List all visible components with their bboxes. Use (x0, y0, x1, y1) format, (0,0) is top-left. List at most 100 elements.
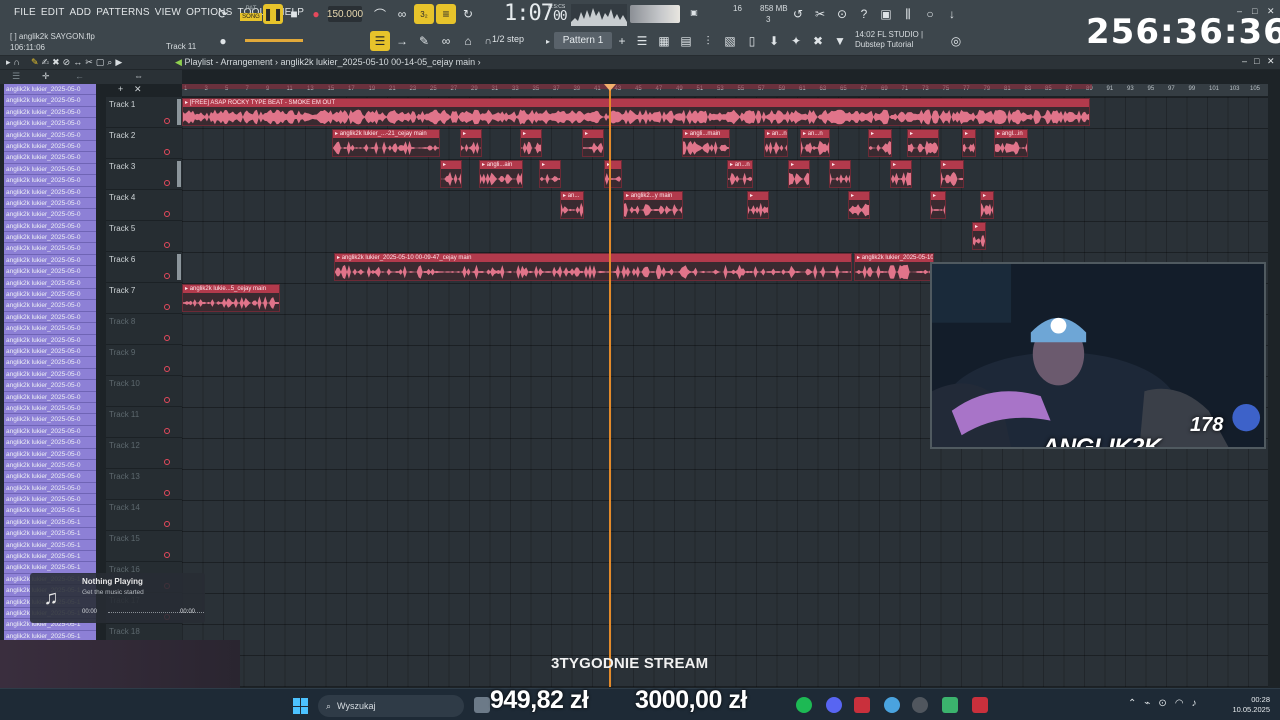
browser-item[interactable]: anglik2k lukier_2025-05-0 (4, 220, 96, 233)
audio-clip[interactable]: ▸ an...n (800, 129, 830, 157)
track-mute-led[interactable] (164, 397, 170, 403)
file-icon[interactable]: ▯ (742, 31, 762, 51)
cut-icon[interactable]: ✂ (810, 4, 830, 24)
audio-clip[interactable]: ▸ (962, 129, 976, 157)
collapse-icon[interactable]: ✕ (134, 84, 142, 95)
browser-item[interactable]: anglik2k lukier_2025-05-0 (4, 345, 96, 358)
touch-keyboard-icon[interactable]: ✖ (808, 31, 828, 51)
help-icon[interactable]: ? (854, 4, 874, 24)
microphone-icon[interactable]: ⊙ (832, 4, 852, 24)
track-header[interactable]: Track 12 (106, 438, 182, 469)
track-mute-led[interactable] (164, 242, 170, 248)
track-mute-led[interactable] (164, 552, 170, 558)
tray-mic-icon[interactable]: ⊙ (1158, 698, 1166, 709)
track-header[interactable]: Track 6 (106, 252, 182, 283)
browser-item[interactable]: anglik2k lukier_2025-05-0 (4, 243, 96, 255)
audio-clip[interactable]: ▸ angli...ain (479, 160, 523, 188)
audio-clip[interactable]: ▸ (972, 222, 986, 250)
stamp-icon[interactable]: ⌂ (458, 31, 478, 51)
taskbar-app-green-icon[interactable] (942, 697, 958, 713)
audio-clip[interactable]: ▸ anglik2k lukier_...-21_cejay main (332, 129, 440, 157)
menu-add[interactable]: ADD (70, 7, 92, 18)
audio-clip[interactable]: ▸ (520, 129, 542, 157)
audio-clip[interactable]: ▸ anglik2...y main (623, 191, 683, 219)
track-header[interactable]: Track 5 (106, 221, 182, 252)
audio-clip[interactable]: ▸ (829, 160, 851, 188)
browser-item[interactable]: anglik2k lukier_2025-05-1 (4, 528, 96, 540)
track-mute-led[interactable] (164, 459, 170, 465)
track-mute-led[interactable] (164, 428, 170, 434)
track-mute-led[interactable] (164, 490, 170, 496)
track-header[interactable]: Track 3 (106, 159, 182, 190)
audio-clip[interactable]: ▸ angl...in (994, 129, 1028, 157)
browser-item[interactable]: anglik2k lukier_2025-05-0 (4, 334, 96, 346)
save-icon[interactable]: ▣ (876, 4, 896, 24)
pause-button[interactable]: ❚❚ (263, 4, 283, 24)
track-mute-led[interactable] (164, 335, 170, 341)
browser-item[interactable]: anglik2k lukier_2025-05-1 (4, 539, 96, 552)
plugin-picker-icon[interactable]: ✦ (786, 31, 806, 51)
slice-tool-icon[interactable]: ✂ (85, 57, 93, 68)
browser-item[interactable]: anglik2k lukier_2025-05-0 (4, 95, 96, 107)
tray-wifi-icon[interactable]: ◠ (1175, 698, 1184, 709)
track-header[interactable]: Track 11 (106, 407, 182, 438)
menu-edit[interactable]: EDIT (41, 7, 65, 18)
browser-item[interactable]: anglik2k lukier_2025-05-0 (4, 129, 96, 141)
playlist-maximize-icon[interactable]: □ (1254, 56, 1259, 66)
countdown-icon[interactable]: 3₂ (414, 4, 434, 24)
audio-clip[interactable]: ▸ an...n (727, 160, 753, 188)
paint-tool-icon[interactable]: ✍ (42, 57, 50, 68)
add-pattern-icon[interactable]: + (612, 31, 632, 51)
browser-item[interactable]: anglik2k lukier_2025-05-0 (4, 84, 96, 96)
tray-volume-icon[interactable]: ♪ (1192, 698, 1197, 709)
browser-item[interactable]: anglik2k lukier_2025-05-0 (4, 232, 96, 244)
slip-tool-icon[interactable]: ↔ (73, 57, 82, 68)
audio-clip[interactable]: ▸ (890, 160, 912, 188)
browser-item[interactable]: anglik2k lukier_2025-05-0 (4, 209, 96, 221)
browser-item[interactable]: anglik2k lukier_2025-05-0 (4, 254, 96, 267)
tray-chevron-icon[interactable]: ⌃ (1128, 698, 1136, 709)
browser-item[interactable]: anglik2k lukier_2025-05-0 (4, 289, 96, 301)
browser-item[interactable]: anglik2k lukier_2025-05-0 (4, 266, 96, 278)
browser-item[interactable]: anglik2k lukier_2025-05-0 (4, 175, 96, 187)
add-track-icon[interactable]: + (118, 84, 123, 94)
audio-clip[interactable]: ▸ (980, 191, 994, 219)
audio-clip[interactable]: ▸ an...n (764, 129, 788, 157)
browser-item[interactable]: anglik2k lukier_2025-05-0 (4, 118, 96, 130)
browser-item[interactable]: anglik2k lukier_2025-05-0 (4, 311, 96, 324)
audio-clip[interactable]: ▸ (582, 129, 604, 157)
monitor-slider-icon[interactable]: ▣ (684, 2, 704, 22)
audio-clip[interactable]: ▸ (940, 160, 964, 188)
resize-icon[interactable]: ⇔ (134, 71, 143, 81)
browser-item[interactable]: anglik2k lukier_2025-05-0 (4, 402, 96, 415)
browser-item[interactable]: anglik2k lukier_2025-05-0 (4, 106, 96, 119)
browser-item[interactable]: anglik2k lukier_2025-05-0 (4, 494, 96, 506)
pencil-icon[interactable]: ✎ (414, 31, 434, 51)
mute-tool-icon[interactable]: ⊘ (63, 57, 71, 68)
cart-icon[interactable]: ▼ (830, 31, 850, 51)
browser-item[interactable]: anglik2k lukier_2025-05-0 (4, 482, 96, 495)
browser-back-icon[interactable]: ← (75, 71, 84, 81)
blend-notes-icon[interactable]: ≡ (436, 4, 456, 24)
audio-clip[interactable]: ▸ anglik2k lukier_2025-05-10 00-09-47_ce… (334, 253, 852, 281)
track-header[interactable]: Track 7 (106, 283, 182, 314)
menu-patterns[interactable]: PATTERNS (96, 7, 149, 18)
browser-item[interactable]: anglik2k lukier_2025-05-1 (4, 516, 96, 529)
audio-clip[interactable]: ▸ anglik2k lukie...5_cejay main (182, 284, 280, 312)
browser-item[interactable]: anglik2k lukier_2025-05-0 (4, 425, 96, 438)
browser-item[interactable]: anglik2k lukier_2025-05-0 (4, 414, 96, 426)
obs-icon[interactable] (912, 697, 928, 713)
breadcrumb[interactable]: anglik2k lukier_2025-05-10 00-14-05_ceja… (281, 57, 476, 67)
stop-button[interactable]: ■ (284, 4, 304, 24)
browser-item[interactable]: anglik2k lukier_2025-05-0 (4, 163, 96, 176)
audio-clip[interactable]: ▸ an... (560, 191, 584, 219)
browser-item[interactable]: anglik2k lukier_2025-05-0 (4, 391, 96, 403)
audio-clip[interactable]: ▸ (930, 191, 946, 219)
audio-clip[interactable]: ▸ (868, 129, 892, 157)
loop-record-icon[interactable]: ↻ (458, 4, 478, 24)
track-header[interactable]: Track 9 (106, 345, 182, 376)
channel-rack-icon[interactable]: ▦ (654, 31, 674, 51)
mixer-icon[interactable]: ⫼ (898, 4, 918, 24)
browser-item[interactable]: anglik2k lukier_2025-05-1 (4, 551, 96, 563)
select-tool-icon[interactable]: ▢ (96, 57, 105, 68)
